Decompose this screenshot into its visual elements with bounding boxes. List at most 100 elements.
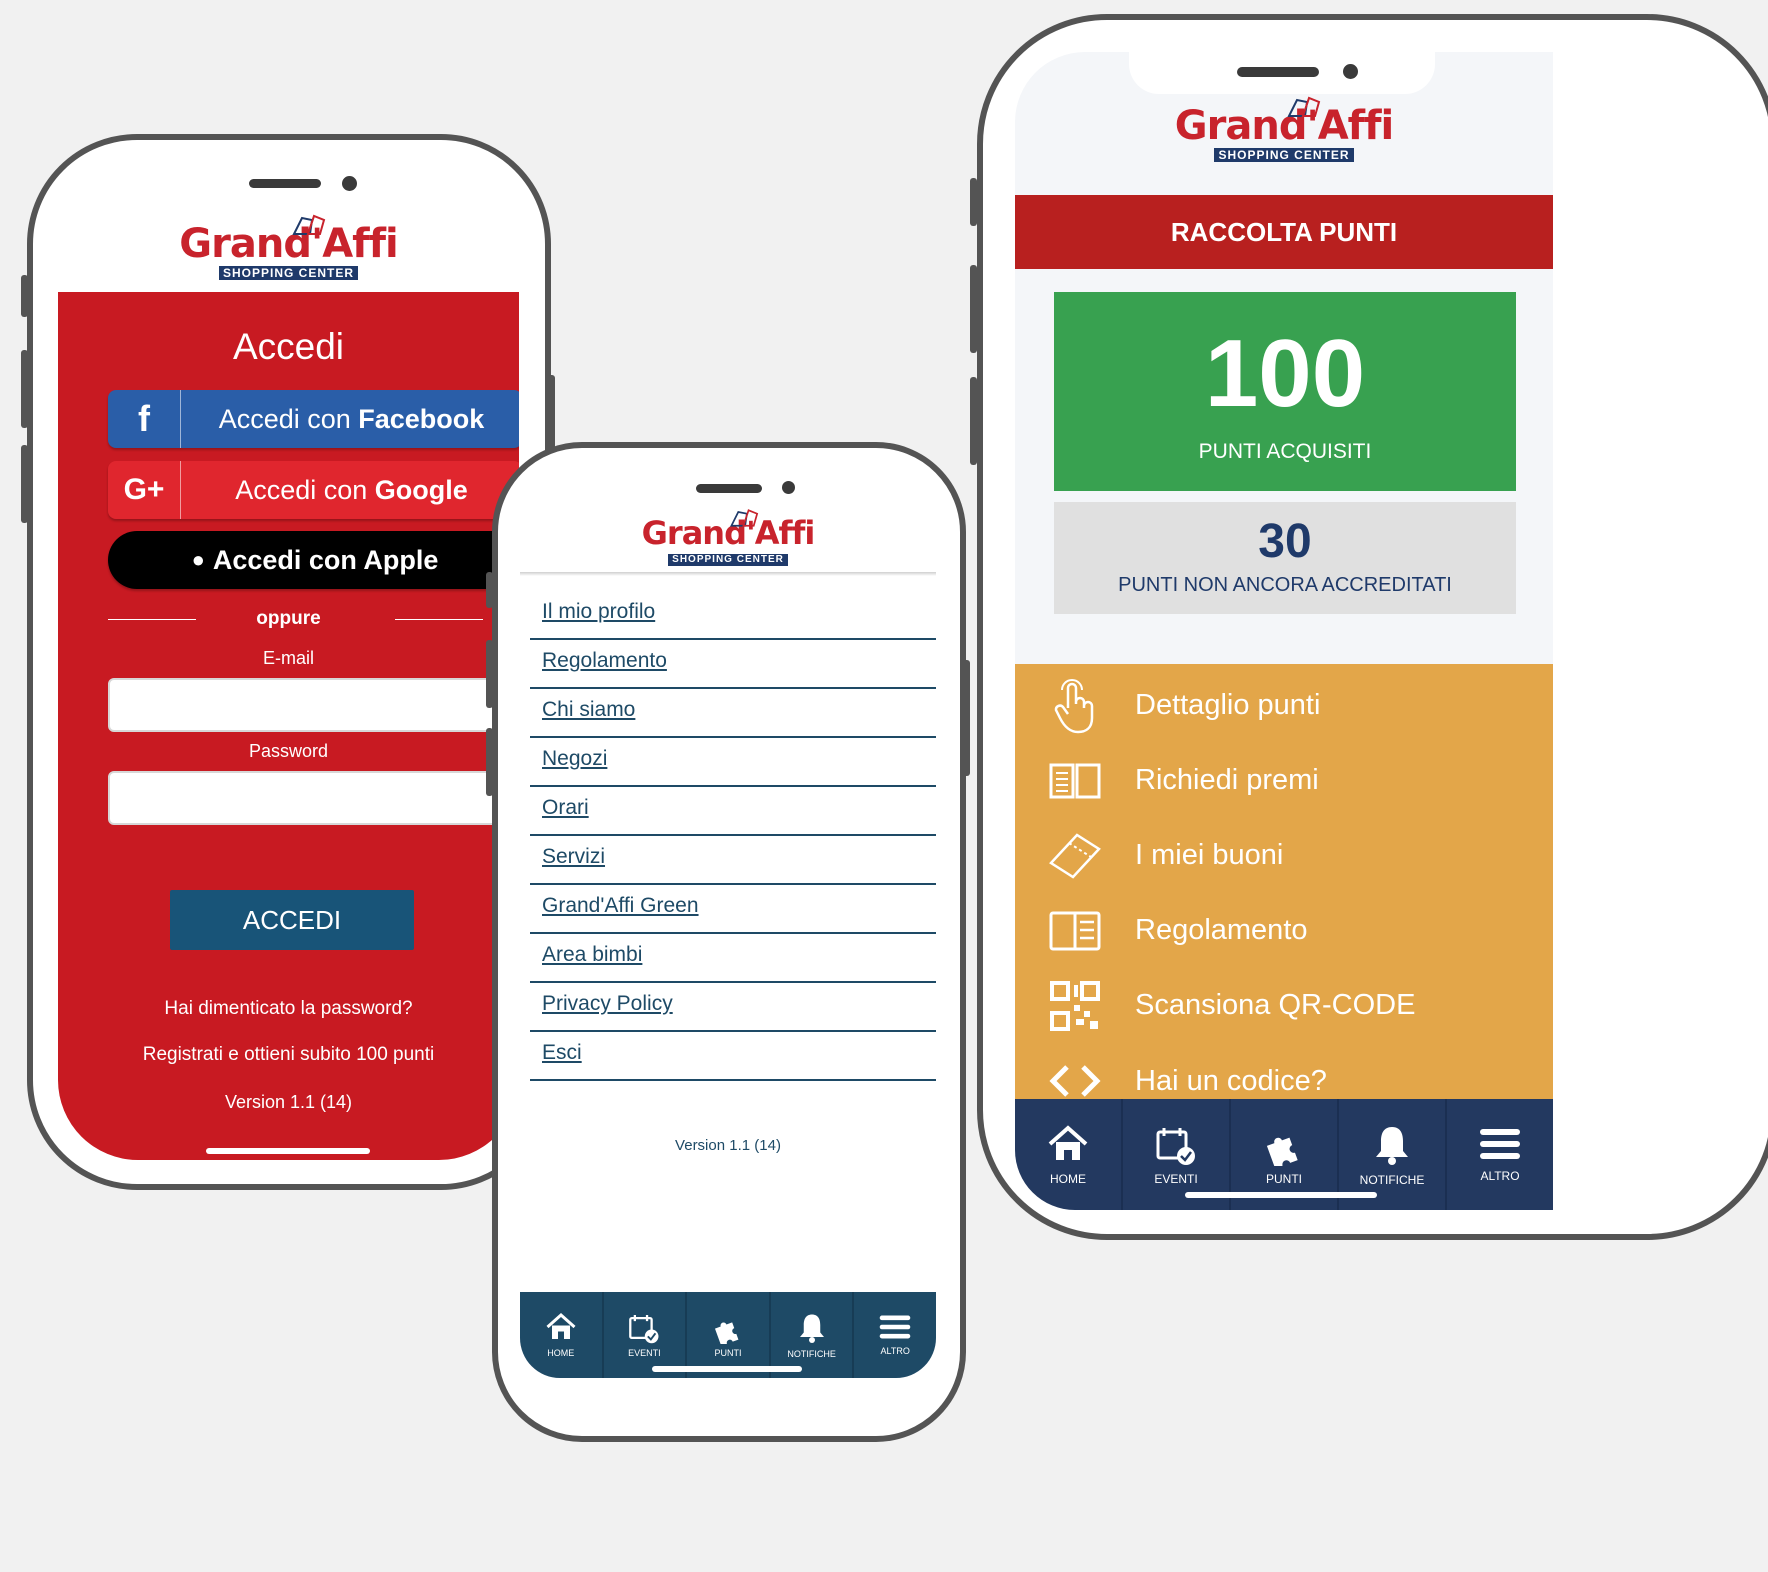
login-title: Accedi [232, 326, 345, 367]
brand-logo: Grand'Affi SHOPPING CENTER [1015, 96, 1553, 164]
acquired-points-label: PUNTI ACQUISITI [1198, 440, 1372, 463]
menu-item-servizi[interactable]: Servizi [530, 831, 936, 885]
pending-points-value: 30 [1258, 515, 1312, 568]
tab-label: ALTRO [880, 1346, 910, 1356]
menu-item-negozi[interactable]: Negozi [530, 733, 936, 787]
menu-item-esci[interactable]: Esci [530, 1027, 936, 1081]
menu-item-label: Hai un codice? [1135, 1064, 1327, 1097]
menu-link[interactable]: Grand'Affi Green [542, 894, 699, 918]
brand-tagline: SHOPPING CENTER [218, 266, 358, 280]
brand-name: Grand'Affi [179, 221, 398, 267]
password-field[interactable] [108, 771, 519, 825]
speaker-grille [1237, 67, 1319, 77]
brand-logo: Grand'Affi SHOPPING CENTER [58, 214, 519, 282]
home-indicator [1185, 1192, 1377, 1198]
tab-home[interactable]: HOME [1015, 1099, 1123, 1210]
email-field[interactable] [108, 678, 519, 732]
menu-item-label: Regolamento [1135, 914, 1308, 946]
qr-code-icon [1015, 980, 1135, 1031]
phone-menu: Grand'Affi SHOPPING CENTER Il mio profil… [492, 442, 966, 1442]
menu-item-regolamento[interactable]: Regolamento [530, 635, 936, 689]
menu-item-richiedi-premi[interactable]: Richiedi premi [1015, 739, 1553, 823]
tab-label: HOME [1050, 1171, 1086, 1186]
google-plus-icon: G+ [108, 461, 181, 519]
tab-label: HOME [547, 1348, 575, 1358]
phone3-side-button [970, 178, 977, 226]
code-brackets-icon [1015, 1063, 1135, 1099]
brand-tagline: SHOPPING CENTER [668, 554, 788, 566]
apple-icon: ● [191, 547, 205, 572]
home-indicator [652, 1366, 802, 1372]
pending-points-card: 30 PUNTI NON ANCORA ACCREDITATI [1054, 502, 1516, 614]
menu-item-green[interactable]: Grand'Affi Green [530, 880, 936, 934]
brand-logo: Grand'Affi SHOPPING CENTER [520, 508, 936, 567]
tab-label: ALTRO [1480, 1168, 1520, 1183]
menu-item-label: Richiedi premi [1135, 764, 1319, 796]
points-header: RACCOLTA PUNTI [1015, 195, 1553, 269]
menu-item-label: Dettaglio punti [1135, 689, 1321, 721]
hamburger-menu-icon [1480, 1128, 1520, 1159]
menu-link[interactable]: Negozi [542, 747, 607, 771]
menu-link[interactable]: Il mio profilo [542, 600, 655, 624]
menu-item-privacy[interactable]: Privacy Policy [530, 978, 936, 1032]
open-book-icon [1015, 761, 1135, 801]
menu-item-scansiona-qr[interactable]: Scansiona QR-CODE [1015, 964, 1553, 1048]
facebook-login-button[interactable]: f Accedi con Facebook [108, 390, 519, 448]
menu-link[interactable]: Orari [542, 796, 589, 820]
facebook-login-label: Accedi con Facebook [218, 403, 485, 434]
home-icon [1048, 1124, 1088, 1160]
home-icon [546, 1312, 576, 1339]
acquired-points-card: 100 PUNTI ACQUISITI [1054, 292, 1516, 491]
menu-item-orari[interactable]: Orari [530, 782, 936, 836]
shopping-bag-icon [291, 214, 325, 235]
divider-line-right [395, 619, 483, 620]
pending-points-label: PUNTI NON ANCORA ACCREDITATI [1118, 574, 1452, 596]
menu-link[interactable]: Esci [542, 1041, 582, 1065]
login-panel: Accedi f Accedi con Facebook G+ Accedi c… [58, 292, 519, 1160]
menu-item-chi-siamo[interactable]: Chi siamo [530, 684, 936, 738]
menu-item-label: Scansiona QR-CODE [1135, 989, 1416, 1021]
menu-item-dettaglio-punti[interactable]: Dettaglio punti [1015, 664, 1553, 748]
front-camera [782, 481, 795, 494]
menu-link[interactable]: Chi siamo [542, 698, 635, 722]
tab-label: NOTIFICHE [787, 1349, 836, 1359]
puzzle-icon [714, 1322, 739, 1344]
register-link[interactable]: Registrati e ottieni subito 100 punti [58, 1044, 519, 1066]
forgot-password-link[interactable]: Hai dimenticato la password? [58, 998, 519, 1020]
front-camera [1343, 64, 1358, 79]
facebook-icon: f [108, 390, 181, 448]
email-label: E-mail [262, 648, 314, 668]
accedi-submit-button[interactable]: ACCEDI [170, 890, 414, 950]
menu-screen: Grand'Affi SHOPPING CENTER Il mio profil… [520, 506, 936, 1378]
google-login-label: Accedi con Google [235, 474, 468, 505]
phone-login: Grand'Affi SHOPPING CENTER Accedi f Acce… [27, 134, 551, 1190]
brand-name: Grand'Affi [1174, 103, 1394, 149]
menu-item-profilo[interactable]: Il mio profilo [530, 586, 936, 640]
points-screen: Grand'Affi SHOPPING CENTER RACCOLTA PUNT… [1015, 52, 1553, 1210]
menu-link[interactable]: Privacy Policy [542, 992, 673, 1016]
google-login-button[interactable]: G+ Accedi con Google [108, 461, 519, 519]
menu-item-label: I miei buoni [1135, 839, 1284, 871]
apple-login-button[interactable]: ● Accedi con Apple [108, 531, 519, 589]
speaker-grille [696, 484, 762, 493]
tab-altro[interactable]: ALTRO [1447, 1099, 1553, 1210]
phone3-side-button [970, 377, 977, 465]
header-shadow [520, 572, 936, 576]
acquired-points-value: 100 [1204, 320, 1366, 427]
tab-altro[interactable]: ALTRO [854, 1292, 936, 1378]
brand-tagline: SHOPPING CENTER [1214, 148, 1354, 162]
menu-link[interactable]: Servizi [542, 845, 605, 869]
menu-item-regolamento[interactable]: Regolamento [1015, 889, 1553, 973]
front-camera [342, 176, 357, 191]
ticket-icon [1015, 831, 1135, 881]
puzzle-icon [1266, 1137, 1298, 1166]
menu-link[interactable]: Regolamento [542, 649, 667, 673]
menu-item-area-bimbi[interactable]: Area bimbi [530, 929, 936, 983]
tab-label: EVENTI [1154, 1171, 1198, 1186]
menu-link[interactable]: Area bimbi [542, 943, 642, 967]
hamburger-menu-icon [879, 1315, 911, 1339]
menu-item-i-miei-buoni[interactable]: I miei buoni [1015, 814, 1553, 898]
tab-home[interactable]: HOME [520, 1292, 604, 1378]
version-text: Version 1.1 (14) [675, 1137, 781, 1154]
speaker-grille [249, 179, 321, 188]
